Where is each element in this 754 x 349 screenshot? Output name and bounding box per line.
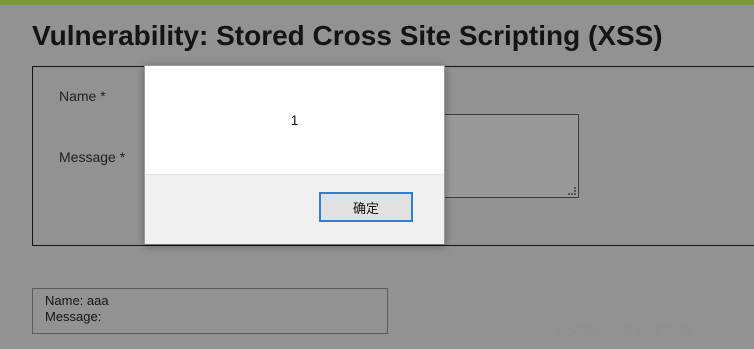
dialog-body: 1 xyxy=(145,66,444,174)
dialog-footer: 确定 xyxy=(145,174,444,244)
alert-dialog: 1 确定 xyxy=(144,65,445,244)
dialog-message: 1 xyxy=(290,112,299,128)
ok-button[interactable]: 确定 xyxy=(319,192,413,222)
